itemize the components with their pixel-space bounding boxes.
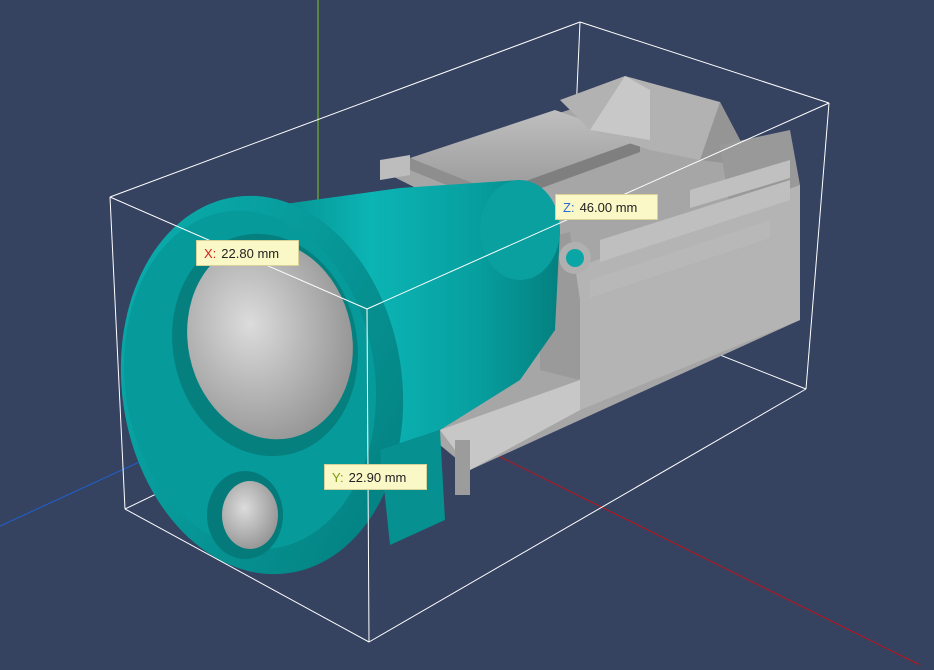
z-dimension-label: Z: 46.00 mm <box>555 194 658 220</box>
y-dimension-value: 22.90 mm <box>348 470 407 485</box>
x-axis-line <box>449 431 921 666</box>
y-dimension-label: Y: 22.90 mm <box>324 464 427 490</box>
scene-canvas[interactable] <box>0 0 934 666</box>
x-axis-letter: X: <box>204 246 217 261</box>
z-axis-letter: Z: <box>563 200 575 215</box>
x-dimension-label: X: 22.80 mm <box>196 240 299 266</box>
y-axis-letter: Y: <box>332 470 344 485</box>
z-dimension-value: 46.00 mm <box>579 200 638 215</box>
teal-barrel <box>120 180 560 575</box>
3d-viewport[interactable]: X: 22.80 mm Z: 46.00 mm Y: 22.90 mm <box>0 0 934 666</box>
x-dimension-value: 22.80 mm <box>221 246 280 261</box>
